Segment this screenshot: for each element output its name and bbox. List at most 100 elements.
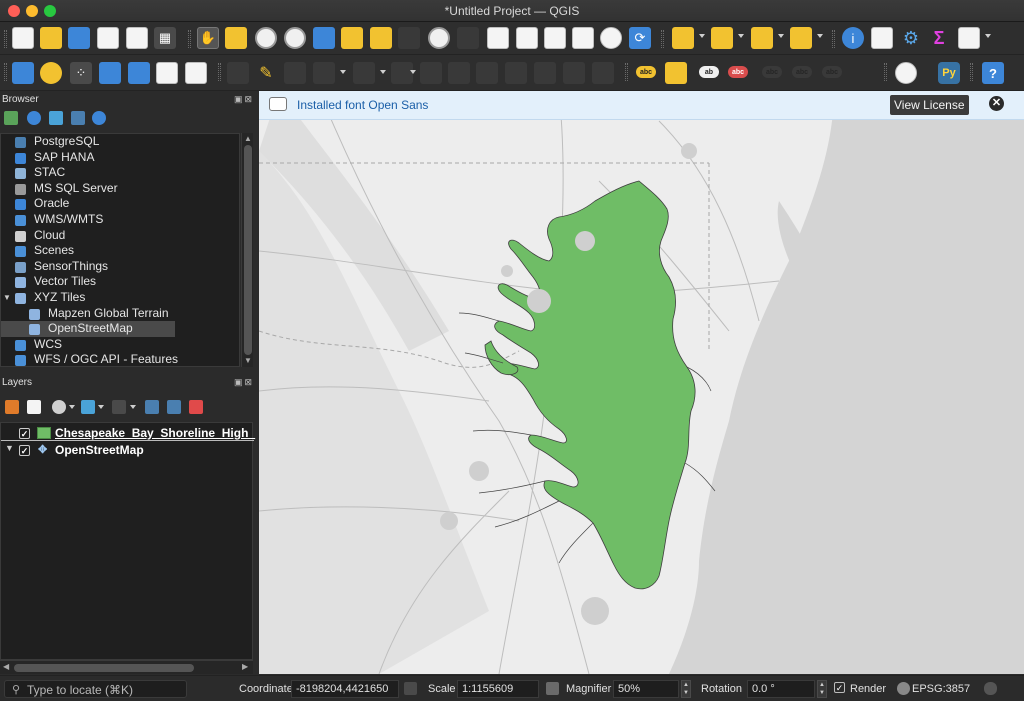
browser-item[interactable]: ▼ XYZ Tiles xyxy=(1,290,239,306)
lock-icon[interactable] xyxy=(546,682,559,695)
filter-icon[interactable] xyxy=(49,111,63,125)
rotate-label-icon[interactable]: abc xyxy=(792,66,812,78)
show-bookmarks-icon[interactable] xyxy=(516,27,538,49)
pan-to-selection-icon[interactable] xyxy=(225,27,247,49)
map-render[interactable] xyxy=(259,91,1024,674)
save-as-icon[interactable] xyxy=(97,27,119,49)
style-manager-icon[interactable]: ▦ xyxy=(154,27,176,49)
vertex-grid-icon[interactable] xyxy=(156,62,178,84)
scroll-left-icon[interactable]: ◀ xyxy=(3,662,9,671)
scrollbar-thumb[interactable] xyxy=(14,664,194,672)
copy-icon[interactable] xyxy=(505,62,527,84)
chevron-down-icon[interactable] xyxy=(130,405,136,409)
save-edits-icon[interactable] xyxy=(284,62,306,84)
deselect-icon[interactable] xyxy=(751,27,773,49)
layer-name[interactable]: OpenStreetMap xyxy=(55,443,144,457)
chevron-down-icon[interactable]: ▼ xyxy=(5,443,14,453)
close-icon[interactable]: ✕ xyxy=(989,96,1004,111)
chevron-down-icon[interactable] xyxy=(380,70,386,74)
browser-item[interactable]: MS SQL Server xyxy=(1,181,239,197)
new-geopackage-icon[interactable] xyxy=(40,62,62,84)
toolbox-gear-icon[interactable]: ⚙ xyxy=(900,27,922,49)
filter-legend-icon[interactable] xyxy=(81,400,95,414)
layer-visibility-checkbox[interactable]: ✓ xyxy=(19,428,30,439)
toolbar-grip[interactable] xyxy=(4,30,7,48)
delete-selected-icon[interactable] xyxy=(448,62,470,84)
undo-icon[interactable] xyxy=(563,62,585,84)
eye-icon[interactable] xyxy=(52,400,66,414)
select-by-value-icon[interactable] xyxy=(711,27,733,49)
info-icon[interactable] xyxy=(92,111,106,125)
temporal-controller-icon[interactable] xyxy=(600,27,622,49)
browser-item[interactable]: SensorThings xyxy=(1,259,239,275)
browser-item[interactable]: OpenStreetMap xyxy=(1,321,175,337)
layer-name[interactable]: Chesapeake_Bay_Shoreline_High_ xyxy=(55,426,255,440)
scroll-right-icon[interactable]: ▶ xyxy=(242,662,248,671)
panel-float-close-icon[interactable]: ▣⊠ xyxy=(234,377,254,388)
chevron-down-icon[interactable] xyxy=(738,34,744,38)
style-brush-icon[interactable] xyxy=(5,400,19,414)
cut-icon[interactable] xyxy=(476,62,498,84)
pin-labels-icon[interactable]: ab xyxy=(699,66,719,78)
magnifier-field[interactable]: 50% xyxy=(613,680,679,698)
add-group-icon[interactable] xyxy=(27,400,41,414)
collapse-all-icon[interactable] xyxy=(167,400,181,414)
label-layer-icon[interactable]: abc xyxy=(636,66,656,78)
browser-item[interactable]: Oracle xyxy=(1,196,239,212)
magnifier-spinner[interactable]: ▲ ▼ xyxy=(681,680,691,698)
toolbar-grip[interactable] xyxy=(884,63,887,81)
plugin-globe-icon[interactable] xyxy=(895,62,917,84)
statistics-sigma-icon[interactable]: Σ xyxy=(928,27,950,49)
browser-item[interactable]: Scenes xyxy=(1,243,239,259)
toggle-extents-icon[interactable] xyxy=(404,682,417,695)
identify-icon[interactable]: i xyxy=(842,27,864,49)
zoom-native-icon[interactable] xyxy=(398,27,420,49)
remove-layer-icon[interactable] xyxy=(189,400,203,414)
browser-item[interactable]: WFS / OGC API - Features xyxy=(1,352,239,366)
move-label-icon[interactable]: abc xyxy=(762,66,782,78)
chevron-down-icon[interactable] xyxy=(69,405,75,409)
refresh-icon[interactable]: ⟳ xyxy=(629,27,651,49)
layers-horizontal-scrollbar[interactable]: ◀ ▶ xyxy=(0,660,253,674)
expand-all-icon[interactable] xyxy=(145,400,159,414)
browser-item[interactable]: PostgreSQL xyxy=(1,134,239,150)
open-project-icon[interactable] xyxy=(40,27,62,49)
browser-tree[interactable]: PostgreSQL SAP HANA STAC MS SQL Server Oracl… xyxy=(0,133,240,367)
zoom-next-icon[interactable] xyxy=(457,27,479,49)
new-bookmark-icon[interactable] xyxy=(487,27,509,49)
chevron-down-icon[interactable] xyxy=(699,34,705,38)
browser-item[interactable]: SAP HANA xyxy=(1,150,239,166)
toolbar-grip[interactable] xyxy=(4,63,7,81)
chevron-down-icon[interactable] xyxy=(985,34,991,38)
add-layer-icon[interactable] xyxy=(4,111,18,125)
browser-item[interactable]: WMS/WMTS xyxy=(1,212,239,228)
diagram-icon[interactable] xyxy=(665,62,687,84)
save-project-icon[interactable] xyxy=(68,27,90,49)
label-tool-icon[interactable] xyxy=(185,62,207,84)
select-by-location-icon[interactable] xyxy=(790,27,812,49)
panel-float-close-icon[interactable]: ▣⊠ xyxy=(234,94,254,105)
paste-icon[interactable] xyxy=(534,62,556,84)
scroll-up-icon[interactable]: ▲ xyxy=(244,134,252,143)
new-3d-view-icon[interactable] xyxy=(572,27,594,49)
scale-field[interactable]: 1:1155609 xyxy=(457,680,539,698)
browser-item[interactable]: Mapzen Global Terrain xyxy=(1,306,239,322)
toggle-editing-icon[interactable] xyxy=(227,62,249,84)
browser-item[interactable]: Cloud xyxy=(1,228,239,244)
move-feature-icon[interactable] xyxy=(353,62,375,84)
print-layout-icon[interactable] xyxy=(126,27,148,49)
zoom-to-layer-icon[interactable] xyxy=(370,27,392,49)
browser-scrollbar[interactable]: ▲ ▼ xyxy=(241,133,253,367)
map-tips-icon[interactable] xyxy=(544,27,566,49)
render-checkbox[interactable]: ✓ xyxy=(834,682,845,693)
rotation-spinner[interactable]: ▲ ▼ xyxy=(817,680,827,698)
browser-item[interactable]: WCS xyxy=(1,337,239,353)
data-source-manager-icon[interactable] xyxy=(12,62,34,84)
chevron-down-icon[interactable] xyxy=(410,70,416,74)
zoom-in-icon[interactable] xyxy=(255,27,277,49)
scroll-down-icon[interactable]: ▼ xyxy=(244,356,252,365)
zoom-out-icon[interactable] xyxy=(284,27,306,49)
pencil-icon[interactable]: ✎ xyxy=(255,62,277,84)
refresh-icon[interactable] xyxy=(27,111,41,125)
layers-tree[interactable]: ✓ Chesapeake_Bay_Shoreline_High_ ▼ ✓ ✥ O… xyxy=(0,422,255,660)
